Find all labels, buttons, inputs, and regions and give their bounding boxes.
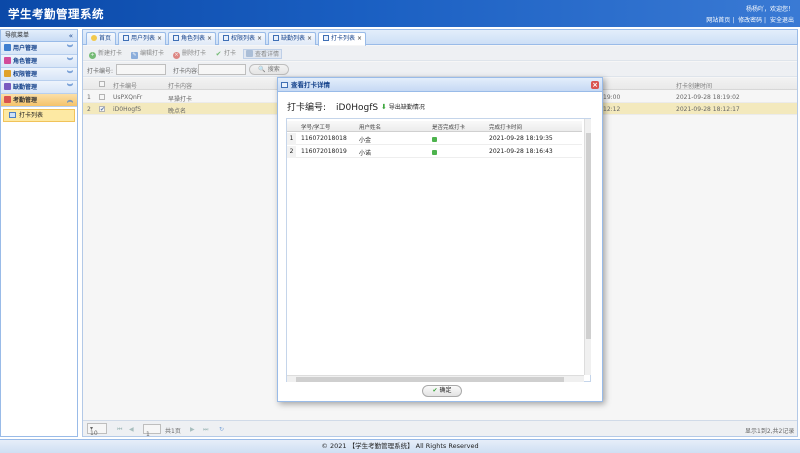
tab-label: 首页 xyxy=(99,35,112,42)
page-icon xyxy=(223,35,229,41)
checkin-detail-dialog: 查看打卡详情 × 打卡编号: iD0HogfS ⬇ 导出缺勤情况 学号/学工号 用户… xyxy=(277,77,603,402)
close-icon[interactable]: × xyxy=(307,33,312,45)
tab-label: 用户列表 xyxy=(131,35,156,42)
cell-time: 2021-09-28 18:19:35 xyxy=(489,135,553,142)
close-icon[interactable]: × xyxy=(207,33,212,45)
tab-users[interactable]: 用户列表 × xyxy=(118,32,166,45)
sidebar-subitem-label: 打卡列表 xyxy=(19,112,44,119)
cell-student-id: 116072018019 xyxy=(301,148,347,155)
chevron-down-icon: ︾ xyxy=(66,84,73,91)
tab-bar: 首页 用户列表 × 角色列表 × 权限列表 × 缺勤列表 × 打卡列表 × xyxy=(83,30,797,46)
dialog-title: 查看打卡详情 xyxy=(291,81,330,89)
tab-checkin-list[interactable]: 打卡列表 × xyxy=(318,32,366,46)
tab-home[interactable]: 首页 xyxy=(86,32,116,45)
chevron-down-icon: ︾ xyxy=(66,45,73,52)
cell-name: 小金 xyxy=(359,137,372,144)
sidebar-item-label: 缺勤管理 xyxy=(13,84,38,91)
button-label: 确定 xyxy=(439,387,452,394)
dialog-titlebar: 查看打卡详情 × xyxy=(278,78,602,92)
page-icon xyxy=(173,35,179,41)
close-icon[interactable]: × xyxy=(357,33,362,45)
tab-label: 权限列表 xyxy=(231,35,256,42)
welcome-text: 杨杨吖，欢迎您！ xyxy=(745,6,794,13)
logout-link[interactable]: 安全退出 xyxy=(770,17,794,24)
app-header: 学生考勤管理系统 杨杨吖，欢迎您！ 网站首页 | 修改密码 | 安全退出 xyxy=(0,0,800,27)
footer: © 2021 【学生考勤管理系统】 All Rights Reserved xyxy=(0,439,800,453)
scroll-thumb[interactable] xyxy=(296,377,564,382)
roles-icon xyxy=(4,57,11,64)
list-icon xyxy=(9,112,16,118)
cell-time: 2021-09-28 18:16:43 xyxy=(489,148,553,155)
sidebar-item-absence[interactable]: 缺勤管理 ︾ xyxy=(1,81,77,94)
vertical-scrollbar[interactable] xyxy=(584,119,591,375)
lightbulb-icon xyxy=(91,35,97,41)
cell-student-id: 116072018018 xyxy=(301,135,347,142)
app-title: 学生考勤管理系统 xyxy=(8,7,104,21)
sidebar-item-label: 考勤管理 xyxy=(13,97,38,104)
tab-label: 打卡列表 xyxy=(331,35,356,42)
collapse-icon[interactable]: « xyxy=(69,30,73,42)
sidebar-title: 导航菜单 xyxy=(5,32,30,39)
check-icon: ✔ xyxy=(432,387,438,394)
sidebar-header: 导航菜单 « xyxy=(1,30,77,42)
cell-name: 小诺 xyxy=(359,150,372,157)
code-label: 打卡编号: xyxy=(287,103,327,113)
tab-label: 缺勤列表 xyxy=(281,35,306,42)
ok-button[interactable]: ✔ 确定 xyxy=(422,385,462,397)
sidebar-item-permissions[interactable]: 权限管理 ︾ xyxy=(1,68,77,81)
button-label: 导出缺勤情况 xyxy=(388,104,425,111)
sidebar: 导航菜单 « 用户管理 ︾ 角色管理 ︾ 权限管理 ︾ 缺勤管理 ︾ 考勤管理 ︽ 打卡列… xyxy=(0,29,78,437)
code-value: iD0HogfS xyxy=(336,103,379,113)
detail-grid: 学号/学工号 用户姓名 是否完成打卡 完成打卡时间 1 116072018018… xyxy=(286,118,591,382)
tab-roles[interactable]: 角色列表 × xyxy=(168,32,216,45)
sidebar-subitem-checkin-list[interactable]: 打卡列表 xyxy=(3,109,75,122)
window-icon xyxy=(281,82,288,88)
sidebar-submenu: 打卡列表 xyxy=(1,107,77,124)
sidebar-item-label: 用户管理 xyxy=(13,45,38,52)
download-icon: ⬇ xyxy=(381,103,387,111)
sidebar-item-label: 权限管理 xyxy=(13,71,38,78)
sidebar-item-label: 角色管理 xyxy=(13,58,38,65)
tab-permissions[interactable]: 权限列表 × xyxy=(218,32,266,45)
home-link[interactable]: 网站首页 xyxy=(706,17,730,24)
scroll-thumb[interactable] xyxy=(586,133,591,339)
chevron-down-icon: ︾ xyxy=(66,58,73,65)
tab-absence[interactable]: 缺勤列表 × xyxy=(268,32,316,45)
page-icon xyxy=(123,35,129,41)
chevron-up-icon: ︽ xyxy=(66,97,73,104)
sidebar-item-attendance[interactable]: 考勤管理 ︽ xyxy=(1,94,77,107)
completed-icon xyxy=(432,150,437,155)
header-links: 网站首页 | 修改密码 | 安全退出 xyxy=(706,17,794,24)
export-absence-button[interactable]: ⬇ 导出缺勤情况 xyxy=(381,102,425,111)
sidebar-item-users[interactable]: 用户管理 ︾ xyxy=(1,42,77,55)
page-icon xyxy=(323,35,329,41)
close-icon[interactable]: × xyxy=(157,33,162,45)
horizontal-scrollbar[interactable] xyxy=(287,375,584,382)
sidebar-item-roles[interactable]: 角色管理 ︾ xyxy=(1,55,77,68)
detail-grid-header: 学号/学工号 用户姓名 是否完成打卡 完成打卡时间 xyxy=(287,121,582,132)
change-password-link[interactable]: 修改密码 xyxy=(738,17,762,24)
close-icon[interactable]: × xyxy=(591,81,599,89)
page-icon xyxy=(273,35,279,41)
users-icon xyxy=(4,44,11,51)
key-icon xyxy=(4,70,11,77)
column-header[interactable]: 学号/学工号 xyxy=(301,123,330,131)
chevron-down-icon: ︾ xyxy=(66,71,73,78)
close-icon[interactable]: × xyxy=(257,33,262,45)
absence-icon xyxy=(4,83,11,90)
table-row[interactable]: 2 116072018019 小诺 2021-09-28 18:16:43 xyxy=(287,146,582,158)
completed-icon xyxy=(432,137,437,142)
row-number: 1 xyxy=(287,133,296,145)
row-number: 2 xyxy=(287,146,296,158)
column-header[interactable]: 完成打卡时间 xyxy=(489,123,522,131)
table-row[interactable]: 1 116072018018 小金 2021-09-28 18:19:35 xyxy=(287,133,582,145)
dialog-code-heading: 打卡编号: iD0HogfS xyxy=(287,100,378,113)
tab-label: 角色列表 xyxy=(181,35,206,42)
column-header[interactable]: 用户姓名 xyxy=(359,123,381,131)
attendance-icon xyxy=(4,96,11,103)
column-header[interactable]: 是否完成打卡 xyxy=(432,123,465,131)
